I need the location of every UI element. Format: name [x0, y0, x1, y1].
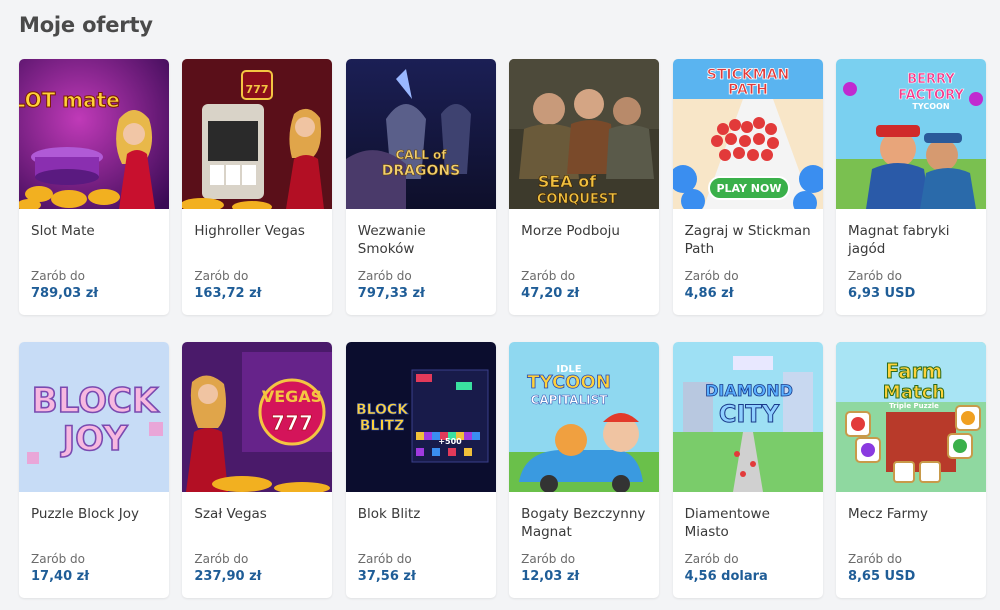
offer-card[interactable]: STICKMAN PATH PLAY NOW Zagraj w Stickman… — [672, 59, 823, 315]
offer-card[interactable]: CALL of DRAGONS Wezwanie Smoków Zarób do… — [345, 59, 496, 315]
earn-label: Zarób do — [684, 552, 739, 566]
offer-card[interactable]: SLOT mate Slot Mate Zarób do 789,03 zł — [19, 59, 169, 315]
earn-amount: 237,90 zł — [194, 569, 262, 584]
svg-text:JOY: JOY — [61, 419, 128, 459]
stickman-path-game-icon: STICKMAN PATH PLAY NOW — [672, 59, 823, 209]
svg-text:Match: Match — [883, 382, 945, 403]
offer-title: Blok Blitz — [357, 506, 421, 522]
earn-amount: 47,20 zł — [521, 286, 580, 301]
earn-amount: 37,56 zł — [357, 569, 416, 584]
play-now-label: PLAY NOW — [716, 182, 781, 195]
svg-text:FACTORY: FACTORY — [898, 88, 964, 103]
berry-factory-game-icon: BERRY FACTORY TYCOON — [835, 59, 986, 209]
earn-label: Zarób do — [847, 552, 902, 566]
earn-label: Zarób do — [194, 269, 249, 283]
offer-title: Magnat fabryki jagód — [847, 223, 950, 257]
svg-text:PATH: PATH — [728, 82, 768, 98]
svg-text:BLITZ: BLITZ — [360, 418, 405, 434]
offer-card[interactable]: IDLE TYCOON CAPITALIST Bogaty Bezczynny … — [509, 342, 660, 598]
logo-text: 777 — [246, 83, 269, 96]
earn-amount: 12,03 zł — [521, 569, 580, 584]
offer-title: Mecz Farmy — [847, 506, 928, 522]
offer-card[interactable]: VEGAS 777 Szał Vegas Zarób do 237,90 zł — [182, 342, 333, 598]
svg-text:TYCOON: TYCOON — [912, 102, 949, 111]
earn-label: Zarób do — [194, 552, 249, 566]
offer-title: Slot Mate — [31, 223, 95, 239]
offer-title: Szał Vegas — [194, 506, 267, 522]
diamond-city-game-icon: DIAMOND CITY — [672, 342, 823, 492]
earn-label: Zarób do — [521, 269, 576, 283]
svg-text:SEA of: SEA of — [538, 172, 597, 191]
offer-card[interactable]: 777 Highroller Vegas Zarób do 163,72 zł — [182, 59, 333, 315]
svg-text:VEGAS: VEGAS — [262, 387, 322, 406]
earn-amount: 4,86 zł — [684, 286, 734, 301]
offer-title: Zagraj w Stickman Path — [684, 223, 811, 257]
offer-title: Wezwanie Smoków — [357, 223, 426, 257]
earn-label: Zarób do — [357, 552, 412, 566]
svg-text:CAPITALIST: CAPITALIST — [531, 393, 609, 407]
earn-amount: 797,33 zł — [357, 286, 425, 301]
earn-amount: 163,72 zł — [194, 286, 262, 301]
logo-text: SLOT mate — [19, 88, 120, 112]
slot-mate-game-icon: SLOT mate — [19, 59, 169, 209]
svg-text:BLOCK: BLOCK — [32, 381, 160, 421]
offer-title: Morze Podboju — [521, 223, 620, 239]
sea-of-conquest-game-icon: SEA of CONQUEST — [509, 59, 660, 209]
svg-text:Farm: Farm — [886, 359, 943, 383]
offer-title: Bogaty Bezczynny Magnat — [521, 506, 646, 540]
offer-title: Highroller Vegas — [194, 223, 305, 239]
earn-label: Zarób do — [31, 552, 85, 566]
svg-text:STICKMAN: STICKMAN — [706, 67, 788, 83]
svg-text:Triple Puzzle: Triple Puzzle — [889, 402, 939, 410]
block-joy-game-icon: BLOCK JOY — [19, 342, 169, 492]
svg-text:CONQUEST: CONQUEST — [537, 192, 617, 207]
svg-text:777: 777 — [272, 411, 314, 435]
vegas-craze-game-icon: VEGAS 777 — [182, 342, 333, 492]
offer-card[interactable]: BLOCK JOY Puzzle Block Joy Zarób do 17,4… — [19, 342, 169, 598]
offer-card[interactable]: SEA of CONQUEST Morze Podboju Zarób do 4… — [509, 59, 660, 315]
earn-label: Zarób do — [31, 269, 85, 283]
offer-card[interactable]: +500 BLOCK BLITZ Blok Blitz Zarób do 37,… — [345, 342, 496, 598]
highroller-vegas-game-icon: 777 — [182, 59, 333, 209]
earn-label: Zarób do — [357, 269, 412, 283]
farm-match-game-icon: Farm Match Triple Puzzle — [835, 342, 986, 492]
page-title: Moje oferty — [19, 13, 153, 37]
earn-amount: 6,93 USD — [847, 286, 916, 301]
svg-text:DIAMOND: DIAMOND — [705, 381, 793, 400]
idle-tycoon-game-icon: IDLE TYCOON CAPITALIST — [509, 342, 660, 492]
earn-label: Zarób do — [847, 269, 902, 283]
svg-text:DRAGONS: DRAGONS — [382, 163, 460, 179]
offer-card[interactable]: Farm Match Triple Puzzle Mecz Farmy Zaró… — [835, 342, 986, 598]
svg-text:BERRY: BERRY — [907, 72, 955, 87]
earn-amount: 4,56 dolara — [684, 569, 768, 584]
offer-card[interactable]: BERRY FACTORY TYCOON Magnat fabryki jagó… — [835, 59, 986, 315]
call-of-dragons-game-icon: CALL of DRAGONS — [345, 59, 496, 209]
svg-text:CALL of: CALL of — [395, 148, 447, 162]
earn-label: Zarób do — [684, 269, 739, 283]
earn-label: Zarób do — [521, 552, 576, 566]
offer-card[interactable]: DIAMOND CITY Diamentowe Miasto Zarób do … — [672, 342, 823, 598]
offer-title: Puzzle Block Joy — [31, 506, 140, 522]
svg-text:+500: +500 — [438, 437, 462, 446]
offers-grid: SLOT mate Slot Mate Zarób do 789,03 zł 7… — [19, 59, 986, 598]
svg-text:BLOCK: BLOCK — [356, 402, 409, 418]
earn-amount: 789,03 zł — [31, 286, 99, 301]
block-blitz-game-icon: +500 BLOCK BLITZ — [345, 342, 496, 492]
earn-amount: 17,40 zł — [31, 569, 90, 584]
offer-title: Diamentowe Miasto — [684, 506, 770, 540]
earn-amount: 8,65 USD — [847, 569, 916, 584]
svg-text:CITY: CITY — [718, 400, 779, 428]
svg-text:TYCOON: TYCOON — [527, 372, 611, 393]
